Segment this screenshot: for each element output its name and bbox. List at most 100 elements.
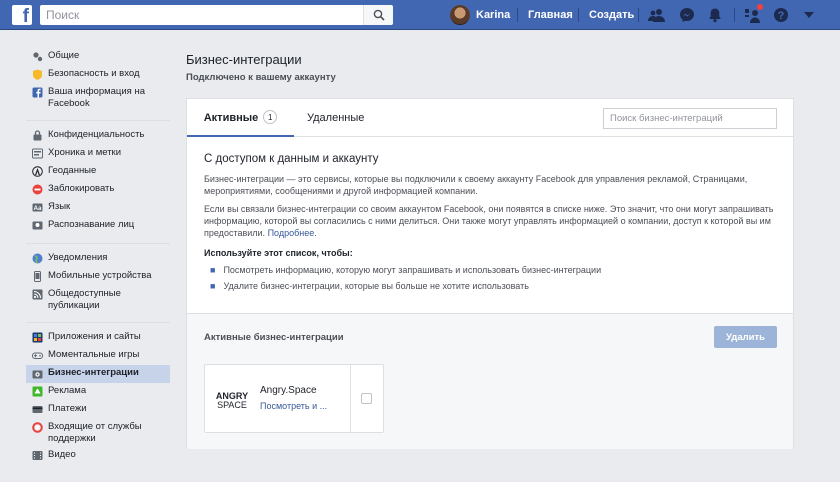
facebook-logo-icon[interactable]: f bbox=[12, 5, 32, 25]
sidebar-group: Конфиденциальность Хроника и метки Геоданн… bbox=[26, 120, 170, 243]
help-button[interactable]: ? bbox=[771, 5, 791, 25]
sidebar-item-shield[interactable]: Безопасность и вход bbox=[26, 66, 170, 84]
bullet-icon: ■ bbox=[210, 281, 216, 291]
sidebar-item-label: Входящие от службы поддержки bbox=[48, 421, 142, 444]
sidebar-item-facebook[interactable]: Ваша информация на Facebook bbox=[26, 84, 170, 112]
facebook-icon bbox=[32, 87, 43, 98]
messenger-icon bbox=[680, 8, 694, 22]
sidebar-item-label: Распознавание лиц bbox=[48, 219, 135, 230]
page-title: Бизнес-интеграции bbox=[186, 52, 302, 67]
sidebar-item-label: Платежи bbox=[48, 403, 87, 414]
tab-active-label: Активные bbox=[203, 112, 259, 124]
sidebar-item-mobile[interactable]: Мобильные устройства bbox=[26, 268, 170, 286]
avatar bbox=[450, 5, 470, 25]
tab-removed[interactable]: Удаленные bbox=[307, 99, 364, 137]
quick-help-button[interactable] bbox=[743, 3, 764, 25]
settings-sidebar: Общие Безопасность и вход Ваша информация … bbox=[26, 40, 170, 473]
sidebar-group: Уведомления Мобильные устройства Общедосту… bbox=[26, 243, 170, 322]
active-integrations-section: Активные бизнес-интеграции Удалить ANGRY… bbox=[187, 313, 793, 449]
integrations-panel: Активные 1 Удаленные С доступом к данным … bbox=[186, 98, 794, 449]
sidebar-item-label: Ваша информация на Facebook bbox=[48, 86, 145, 109]
select-checkbox[interactable] bbox=[361, 393, 372, 404]
globe-icon bbox=[32, 253, 43, 264]
sidebar-item-label: Видео bbox=[48, 449, 76, 460]
details-paragraph: Если вы связали бизнес-интеграции со сво… bbox=[204, 204, 774, 238]
integrations-search-input[interactable] bbox=[603, 108, 777, 129]
sidebar-item-video[interactable]: Видео bbox=[26, 447, 170, 465]
search-button[interactable] bbox=[363, 5, 393, 25]
sidebar-item-label: Реклама bbox=[48, 385, 87, 396]
home-link[interactable]: Главная bbox=[528, 4, 573, 26]
timeline-icon bbox=[32, 148, 43, 159]
nav-divider bbox=[578, 8, 579, 22]
apps-icon bbox=[32, 332, 43, 343]
sidebar-item-globe[interactable]: Уведомления bbox=[26, 250, 170, 268]
create-link[interactable]: Создать bbox=[589, 4, 634, 26]
top-navigation-bar: f Karina Главная Создать ? bbox=[0, 0, 840, 30]
page-subtitle: Подключено к вашему аккаунту bbox=[186, 72, 336, 83]
nav-divider bbox=[734, 8, 735, 22]
sidebar-item-label: Уведомления bbox=[48, 252, 108, 263]
business-icon bbox=[32, 370, 43, 379]
account-menu-button[interactable] bbox=[799, 5, 819, 25]
bell-icon bbox=[709, 8, 721, 23]
messenger-button[interactable] bbox=[677, 5, 697, 25]
sidebar-item-apps[interactable]: Приложения и сайты bbox=[26, 329, 170, 347]
block-icon bbox=[32, 184, 43, 195]
main-content: Бизнес-интеграции Подключено к вашему ак… bbox=[186, 48, 794, 449]
active-integrations-title: Активные бизнес-интеграции bbox=[204, 332, 344, 343]
card-icon bbox=[32, 406, 43, 413]
ads-icon bbox=[32, 386, 43, 397]
location-icon bbox=[32, 166, 43, 177]
notifications-button[interactable] bbox=[705, 5, 725, 25]
sidebar-item-label: Безопасность и вход bbox=[48, 68, 140, 79]
nav-divider bbox=[638, 8, 639, 22]
profile-link[interactable]: Karina bbox=[450, 4, 510, 26]
tab-active[interactable]: Активные 1 bbox=[187, 99, 294, 137]
card-divider bbox=[350, 365, 351, 432]
integration-card[interactable]: ANGRY SPACE Angry.Space Посмотреть и ... bbox=[204, 364, 384, 433]
sidebar-item-gear[interactable]: Общие bbox=[26, 48, 170, 66]
gear-icon bbox=[33, 52, 43, 62]
tab-bar: Активные 1 Удаленные bbox=[187, 99, 793, 137]
sidebar-item-timeline[interactable]: Хроника и метки bbox=[26, 145, 170, 163]
question-icon: ? bbox=[774, 8, 788, 22]
sidebar-item-lifebuoy[interactable]: Входящие от службы поддержки bbox=[26, 419, 170, 447]
sidebar-item-label: Общие bbox=[48, 50, 80, 61]
sidebar-group: Приложения и сайты Моментальные игры Бизне… bbox=[26, 322, 170, 473]
list-item: ■ Посмотреть информацию, которую могут за… bbox=[210, 265, 602, 275]
sidebar-item-block[interactable]: Заблокировать bbox=[26, 181, 170, 199]
sidebar-item-gamepad[interactable]: Моментальные игры bbox=[26, 347, 170, 365]
tab-active-count: 1 bbox=[263, 110, 278, 124]
info-section: С доступом к данным и аккаунту Бизнес-ин… bbox=[204, 153, 780, 296]
friends-icon bbox=[648, 9, 665, 22]
sidebar-item-rss[interactable]: Общедоступные публикации bbox=[26, 286, 170, 314]
sidebar-item-label: Хроника и метки bbox=[48, 147, 122, 158]
list-item: ■ Удалите бизнес-интеграции, которые вы б… bbox=[210, 281, 529, 291]
sidebar-item-label: Моментальные игры bbox=[48, 349, 140, 360]
language-icon: Aa bbox=[32, 203, 43, 212]
profile-name: Karina bbox=[476, 9, 511, 21]
svg-text:Aa: Aa bbox=[34, 206, 42, 212]
sidebar-item-label: Общедоступные публикации bbox=[48, 288, 121, 311]
sidebar-item-lock[interactable]: Конфиденциальность bbox=[26, 127, 170, 145]
sidebar-item-label: Конфиденциальность bbox=[48, 129, 145, 140]
sidebar-item-business[interactable]: Бизнес-интеграции bbox=[26, 365, 170, 383]
search-input[interactable] bbox=[40, 5, 363, 25]
friend-requests-button[interactable] bbox=[647, 5, 667, 25]
gamepad-icon bbox=[32, 352, 43, 359]
sidebar-item-language[interactable]: Aa Язык bbox=[26, 199, 170, 217]
lock-icon bbox=[33, 130, 42, 141]
learn-more-link[interactable]: Подробнее bbox=[268, 228, 315, 238]
sidebar-item-card[interactable]: Платежи bbox=[26, 401, 170, 419]
delete-button[interactable]: Удалить bbox=[714, 326, 777, 348]
sidebar-group: Общие Безопасность и вход Ваша информация … bbox=[26, 40, 170, 120]
angry-space-logo-icon: ANGRY SPACE bbox=[216, 391, 248, 410]
search-icon bbox=[373, 9, 385, 21]
sidebar-item-ads[interactable]: Реклама bbox=[26, 383, 170, 401]
sidebar-item-face[interactable]: Распознавание лиц bbox=[26, 217, 170, 235]
view-integration-link[interactable]: Посмотреть и ... bbox=[260, 401, 327, 411]
video-icon bbox=[32, 451, 43, 460]
nav-divider bbox=[517, 8, 518, 22]
sidebar-item-location[interactable]: Геоданные bbox=[26, 163, 170, 181]
